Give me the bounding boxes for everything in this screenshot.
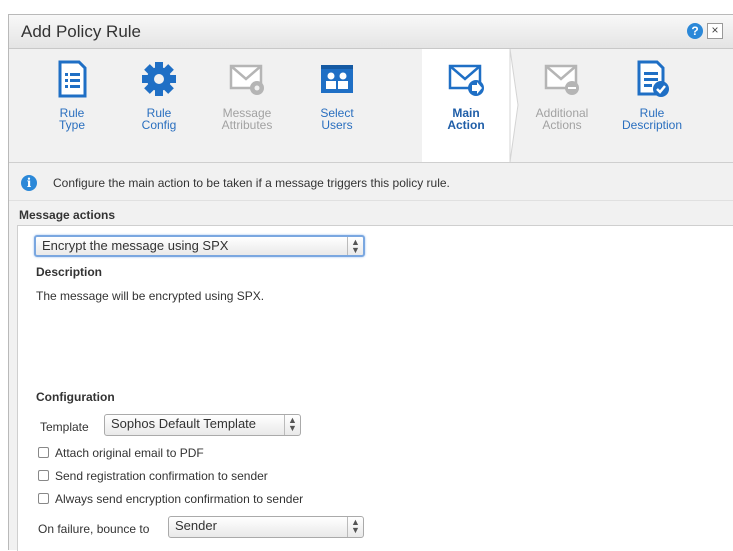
bounce-select[interactable]: Sender ▲ ▼: [168, 516, 364, 538]
select-arrows-icon: ▲ ▼: [347, 517, 363, 537]
checkbox-label: Send registration confirmation to sender: [55, 469, 268, 483]
step-select-users[interactable]: Select Users: [297, 59, 377, 159]
step-label: Rule Description: [621, 106, 683, 132]
step-rule-description[interactable]: Rule Description: [612, 59, 692, 159]
message-action-select[interactable]: Encrypt the message using SPX ▲ ▼: [34, 235, 365, 257]
step-label: Rule Config: [141, 106, 177, 132]
checkbox[interactable]: [38, 470, 49, 481]
envelope-arrow-icon: [448, 64, 484, 96]
info-text: Configure the main action to be taken if…: [53, 176, 450, 190]
checkbox-row-registration-confirmation[interactable]: Send registration confirmation to sender: [38, 469, 268, 483]
step-label: Main Action: [447, 106, 485, 132]
users-icon: [321, 65, 353, 93]
step-label: Select Users: [320, 106, 354, 132]
configuration-heading: Configuration: [36, 390, 115, 404]
top-hint-strip: [0, 0, 733, 14]
checkbox[interactable]: [38, 493, 49, 504]
description-heading: Description: [36, 265, 103, 279]
step-additional-actions: Additional Actions: [522, 59, 602, 159]
envelope-plus-icon: [544, 64, 579, 95]
info-icon: i: [21, 175, 37, 191]
step-label: Message Attributes: [221, 106, 273, 132]
dialog-title: Add Policy Rule: [21, 22, 142, 41]
bounce-label: On failure, bounce to: [38, 522, 150, 536]
message-actions-heading: Message actions: [19, 208, 116, 222]
step-label: Additional Actions: [535, 106, 589, 132]
template-label: Template: [40, 420, 89, 434]
envelope-gear-icon: [229, 64, 264, 95]
select-arrows-icon: ▲ ▼: [284, 415, 300, 435]
main-action-panel: Encrypt the message using SPX ▲ ▼ Descri…: [17, 225, 733, 551]
checkbox[interactable]: [38, 447, 49, 458]
step-rule-type[interactable]: Rule Type: [32, 59, 112, 159]
checkbox-label: Always send encryption confirmation to s…: [55, 492, 304, 506]
bounce-value: Sender: [175, 518, 217, 533]
template-select[interactable]: Sophos Default Template ▲ ▼: [104, 414, 301, 436]
wizard-steps: Rule Type Rule Config Message Attributes…: [9, 48, 733, 163]
checkbox-row-encryption-confirmation[interactable]: Always send encryption confirmation to s…: [38, 492, 303, 506]
step-label: Rule Type: [58, 106, 85, 132]
step-rule-config[interactable]: Rule Config: [119, 59, 199, 159]
add-policy-rule-dialog: Add Policy Rule ? × Rule Type Rule Confi…: [8, 14, 733, 551]
checkbox-label: Attach original email to PDF: [55, 446, 204, 460]
template-value: Sophos Default Template: [111, 416, 257, 431]
info-row: i Configure the main action to be taken …: [9, 163, 733, 201]
step-main-action[interactable]: Main Action: [426, 59, 506, 159]
message-action-value: Encrypt the message using SPX: [42, 238, 229, 253]
description-text: The message will be encrypted using SPX.: [36, 289, 265, 303]
help-button[interactable]: ?: [687, 23, 703, 39]
select-arrows-icon: ▲ ▼: [347, 237, 363, 255]
checkbox-row-attach-pdf[interactable]: Attach original email to PDF: [38, 446, 204, 460]
gear-icon: [142, 62, 176, 96]
title-bar: Add Policy Rule ? ×: [9, 15, 733, 49]
step-message-attributes: Message Attributes: [207, 59, 287, 159]
rule-type-icon: [58, 60, 87, 98]
document-check-icon: [637, 60, 669, 97]
close-button[interactable]: ×: [707, 23, 723, 39]
